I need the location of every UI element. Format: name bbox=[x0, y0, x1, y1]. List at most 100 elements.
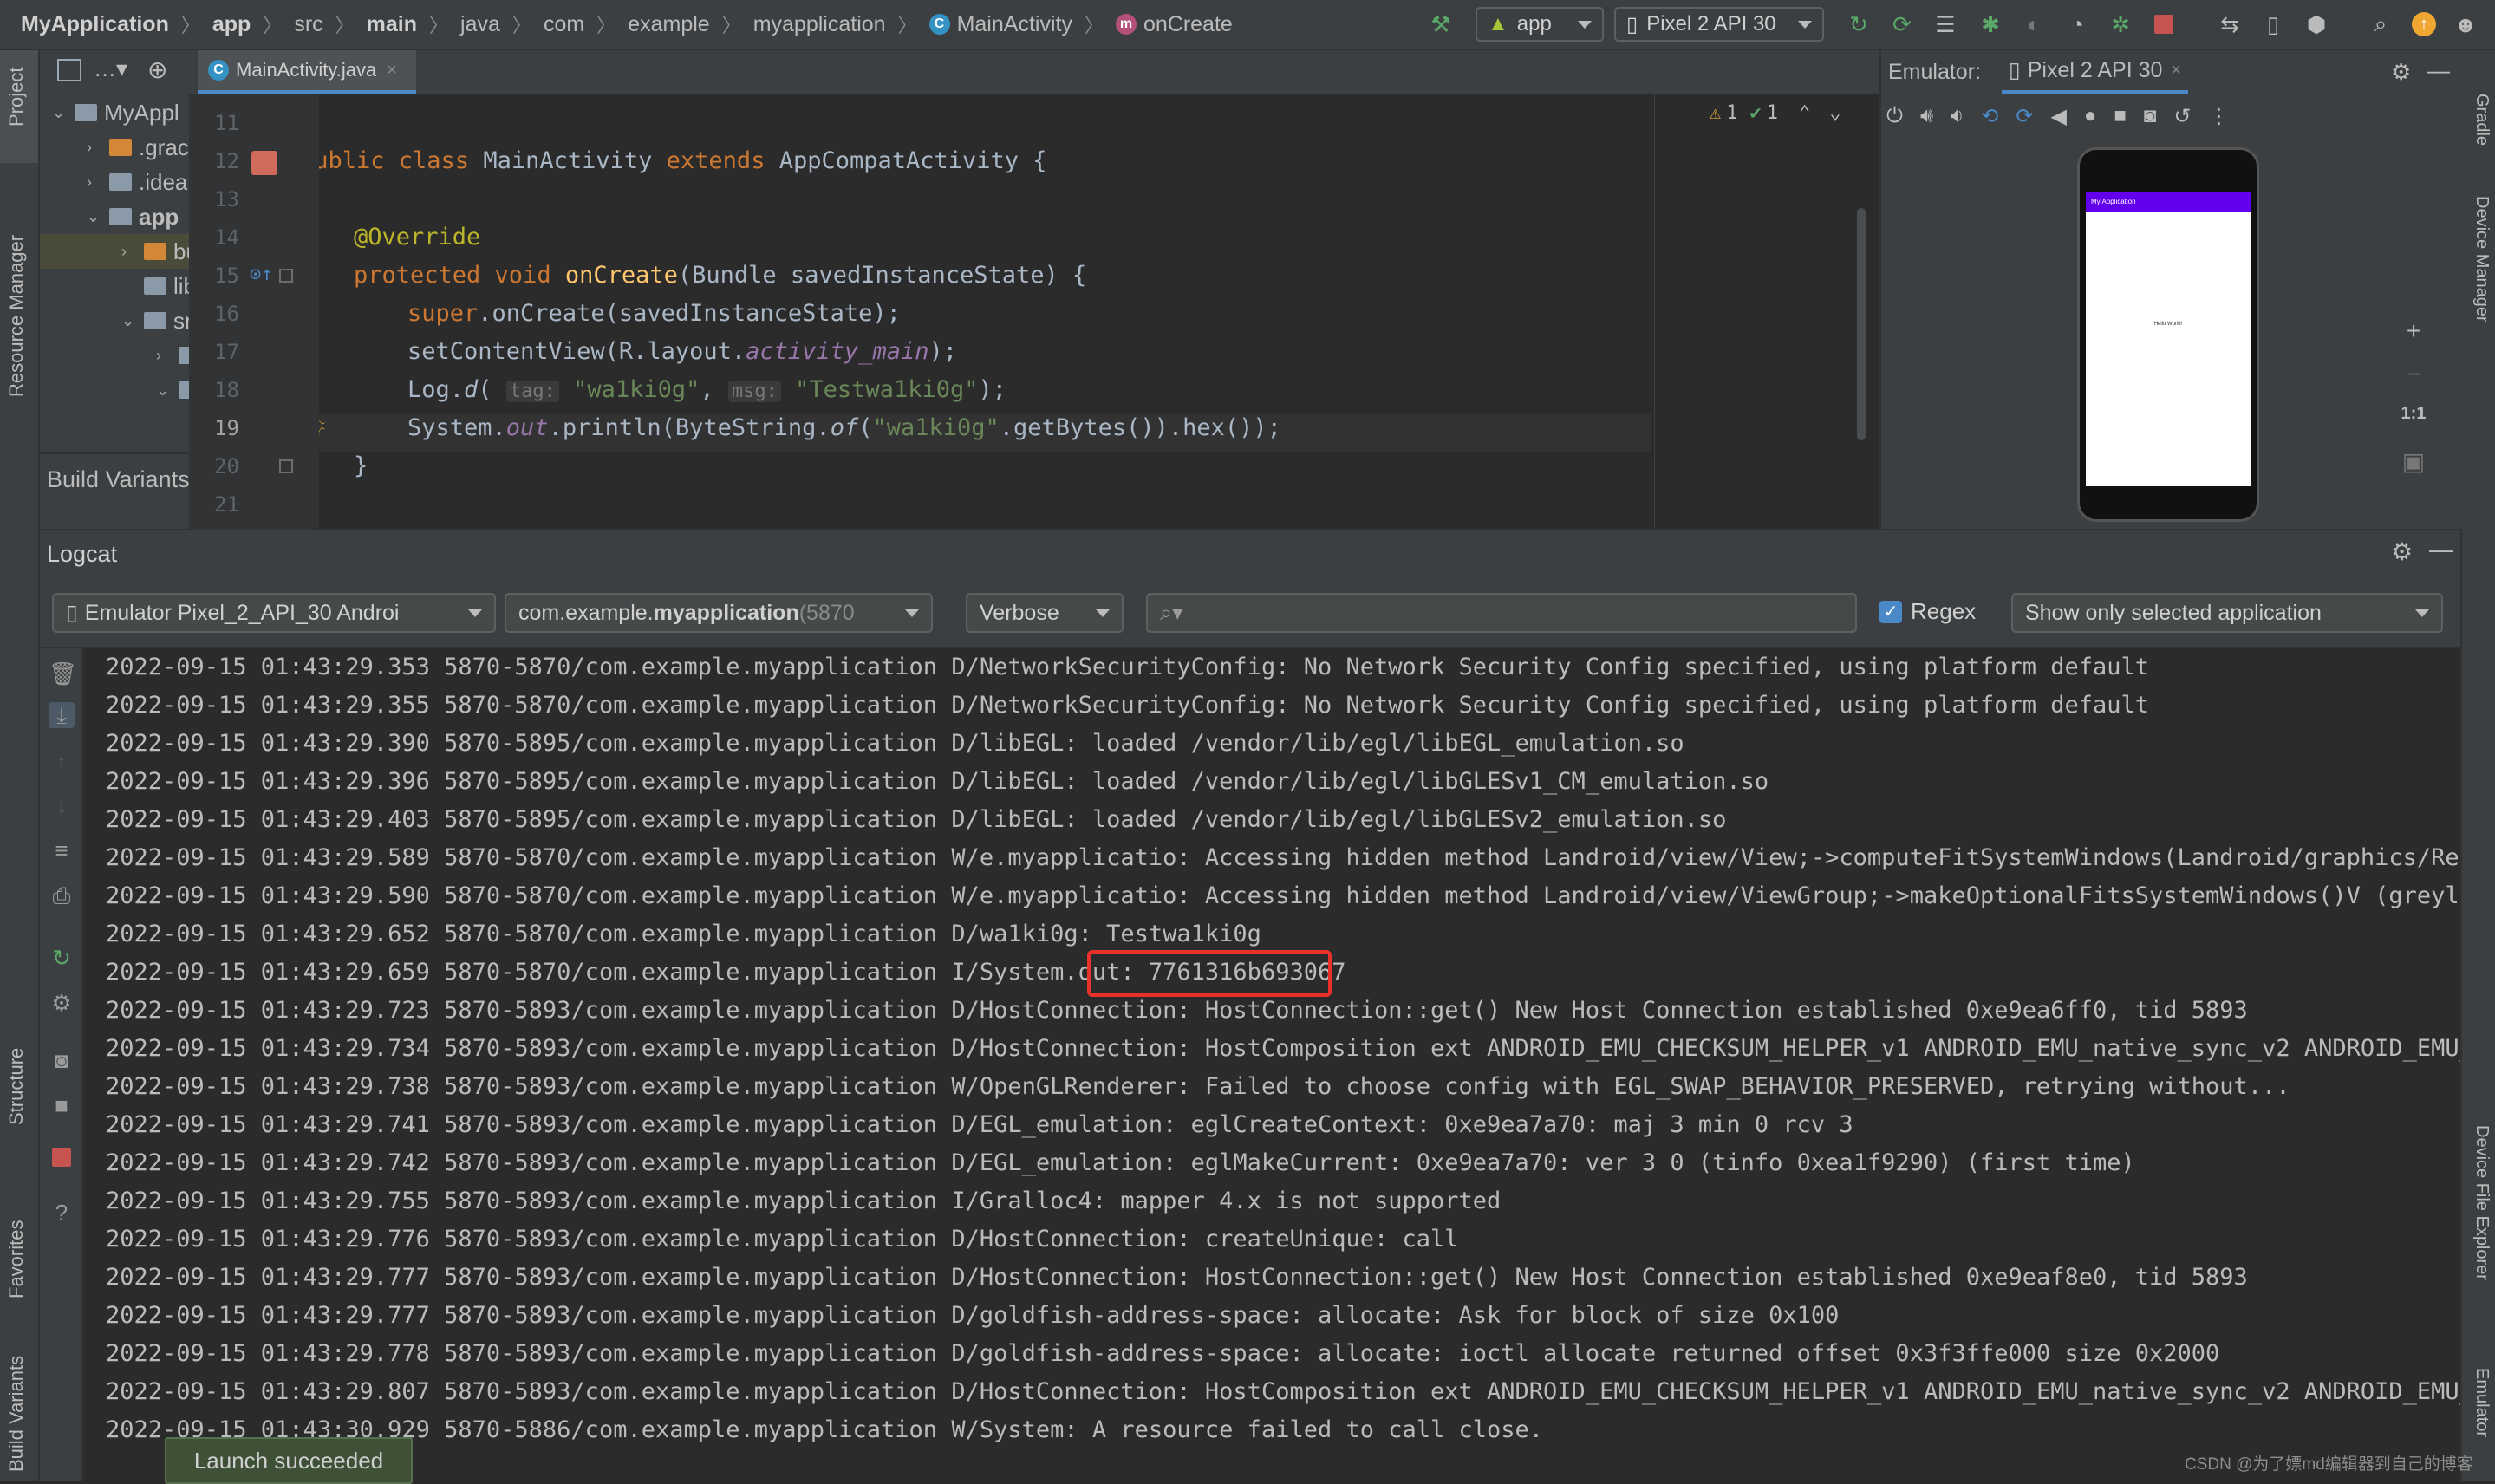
zoom-out-icon[interactable]: − bbox=[2393, 361, 2434, 404]
zoom-in-icon[interactable]: + bbox=[2393, 317, 2434, 361]
project-view-icon[interactable] bbox=[57, 59, 81, 81]
fold-icon[interactable] bbox=[279, 269, 293, 283]
print-icon[interactable]: ⎙ bbox=[49, 882, 75, 908]
stop-icon[interactable] bbox=[2150, 10, 2178, 38]
volume-up-icon[interactable]: 🔊︎ bbox=[1920, 104, 1933, 129]
snapshot-icon[interactable]: ↺ bbox=[2173, 104, 2191, 129]
chevron-right-icon[interactable]: › bbox=[87, 139, 109, 157]
chevron-down-icon[interactable]: ⌄ bbox=[52, 104, 75, 122]
home-icon[interactable]: ● bbox=[2084, 104, 2097, 129]
more-icon[interactable]: ⋮ bbox=[2209, 104, 2230, 129]
device-manager-icon[interactable]: ▯ bbox=[2259, 10, 2287, 38]
coverage-icon[interactable]: ◐ bbox=[2020, 10, 2048, 38]
layout-file-icon[interactable] bbox=[251, 151, 277, 175]
app-filter-select[interactable]: Show only selected application bbox=[2011, 593, 2443, 633]
breadcrumb-item[interactable]: main bbox=[367, 12, 417, 37]
chevron-down-icon[interactable]: ⌄ bbox=[121, 312, 144, 330]
rerun-icon[interactable]: ↻ bbox=[1845, 10, 1873, 38]
editor-scrollbar[interactable] bbox=[1857, 208, 1866, 440]
search-input[interactable] bbox=[1189, 599, 1835, 627]
build-variants-tool-label[interactable]: Build Variants bbox=[5, 1356, 28, 1472]
logcat-output[interactable]: 2022-09-15 01:43:29.353 5870-5870/com.ex… bbox=[106, 648, 2460, 1481]
tree-item[interactable]: › .idea bbox=[40, 165, 187, 199]
close-icon[interactable]: × bbox=[387, 61, 397, 81]
rotate-left-icon[interactable]: ⟲ bbox=[1981, 104, 1998, 129]
gradle-tool-label[interactable]: Gradle bbox=[2472, 94, 2492, 146]
structure-tool-label[interactable]: Structure bbox=[5, 1048, 28, 1125]
chevron-down-icon[interactable]: ⌄ bbox=[1829, 102, 1840, 124]
resource-manager-tool-label[interactable]: Resource Manager bbox=[5, 235, 28, 397]
chevron-down-icon[interactable]: …▾ bbox=[94, 55, 127, 82]
device-filter-select[interactable]: ▯ Emulator Pixel_2_API_30 Androi bbox=[52, 593, 496, 633]
override-icon[interactable]: ⊙↑ bbox=[250, 264, 273, 285]
code-editor[interactable]: public class MainActivity extends AppCom… bbox=[319, 94, 1879, 529]
favorites-tool-label[interactable]: Favorites bbox=[5, 1220, 28, 1298]
breadcrumb-item[interactable]: java bbox=[460, 12, 500, 37]
tree-item[interactable]: › .grac bbox=[40, 130, 189, 165]
restart-icon[interactable]: ↻ bbox=[49, 945, 75, 971]
update-icon[interactable]: ↑ bbox=[2410, 10, 2438, 38]
project-tool-label[interactable]: Project bbox=[5, 68, 28, 127]
stop-icon[interactable] bbox=[49, 1146, 75, 1172]
chevron-right-icon[interactable]: › bbox=[156, 347, 179, 365]
volume-down-icon[interactable]: 🔉︎ bbox=[1951, 104, 1964, 129]
emulator-tool-label[interactable]: Emulator bbox=[2472, 1368, 2492, 1437]
search-field[interactable]: ⌕▾ bbox=[1146, 593, 1857, 633]
build-hammer-icon[interactable]: ⚒ bbox=[1427, 10, 1455, 38]
sdk-manager-icon[interactable]: ⬢ bbox=[2303, 10, 2330, 38]
overview-icon[interactable]: ■ bbox=[2114, 104, 2127, 129]
device-select[interactable]: ▯ Pixel 2 API 30 bbox=[1614, 7, 1824, 42]
attach-debugger-icon[interactable]: ✲ bbox=[2107, 10, 2134, 38]
tree-item[interactable]: ⌄ bbox=[40, 373, 189, 407]
sync-gradle-icon[interactable]: ⇆ bbox=[2216, 10, 2244, 38]
arrow-down-icon[interactable]: ↓ bbox=[49, 792, 75, 818]
gear-icon[interactable]: ⚙ bbox=[2391, 537, 2413, 566]
chevron-right-icon[interactable]: › bbox=[87, 173, 109, 192]
search-icon[interactable]: ⌕ bbox=[2367, 10, 2394, 38]
clear-log-icon[interactable]: 🗑︎ bbox=[49, 661, 77, 687]
locate-icon[interactable]: ⊕ bbox=[147, 55, 167, 84]
fold-icon[interactable] bbox=[279, 459, 293, 473]
breadcrumb-item[interactable]: app bbox=[212, 12, 251, 37]
apply-changes-icon[interactable]: ⟳ bbox=[1888, 10, 1916, 38]
tree-item[interactable]: › bbox=[40, 338, 189, 373]
help-icon[interactable]: ? bbox=[49, 1200, 75, 1226]
breadcrumb-class[interactable]: C MainActivity bbox=[928, 12, 1072, 37]
tree-item[interactable]: › bu bbox=[40, 234, 189, 269]
tab-emulator-device[interactable]: ▯ Pixel 2 API 30 × bbox=[2001, 50, 2189, 94]
power-icon[interactable]: ⏻ bbox=[1886, 104, 1903, 129]
zoom-actual-size[interactable]: 1:1 bbox=[2393, 404, 2434, 447]
scroll-to-end-icon[interactable]: ⤓ bbox=[49, 702, 75, 728]
gear-icon[interactable]: ⚙ bbox=[2391, 59, 2411, 86]
video-icon[interactable]: ■ bbox=[49, 1092, 75, 1118]
tree-item[interactable]: ⌄ app bbox=[40, 199, 179, 234]
close-icon[interactable]: × bbox=[2171, 61, 2181, 81]
chevron-right-icon[interactable]: › bbox=[121, 243, 144, 261]
breadcrumb-method[interactable]: m onCreate bbox=[1115, 12, 1233, 37]
process-filter-select[interactable]: com.example. myapplication (5870 bbox=[505, 593, 933, 633]
camera-icon[interactable]: ◙ bbox=[49, 1047, 75, 1073]
fit-screen-icon[interactable]: ▣ bbox=[2393, 447, 2434, 491]
back-icon[interactable]: ◀ bbox=[2050, 104, 2066, 129]
camera-icon[interactable]: ◙ bbox=[2144, 104, 2157, 129]
device-manager-tool-label[interactable]: Device Manager bbox=[2472, 196, 2492, 322]
regex-checkbox[interactable]: ✓ Regex bbox=[1879, 598, 1976, 625]
tree-item[interactable]: ⌄ sr bbox=[40, 303, 189, 338]
log-level-select[interactable]: Verbose bbox=[966, 593, 1124, 633]
user-icon[interactable]: ☻ bbox=[2452, 10, 2479, 38]
gear-icon[interactable]: ⚙ bbox=[49, 990, 75, 1016]
apply-code-changes-icon[interactable]: ☰ bbox=[1932, 10, 1959, 38]
minimize-icon[interactable]: — bbox=[2427, 57, 2450, 84]
breadcrumb-item[interactable]: MyApplication bbox=[21, 12, 169, 37]
device-file-explorer-tool-label[interactable]: Device File Explorer bbox=[2472, 1125, 2492, 1280]
breadcrumb-item[interactable]: src bbox=[294, 12, 322, 37]
minimize-icon[interactable]: — bbox=[2429, 536, 2453, 563]
rotate-right-icon[interactable]: ⟳ bbox=[2016, 104, 2033, 129]
debug-icon[interactable]: ✱ bbox=[1977, 10, 2004, 38]
tree-item[interactable]: ⌄ bbox=[40, 407, 189, 442]
run-config-select[interactable]: ▲ app bbox=[1476, 7, 1604, 42]
chevron-up-icon[interactable]: ⌃ bbox=[1799, 102, 1810, 124]
tree-item[interactable]: ⌄ MyAppl bbox=[40, 95, 179, 130]
tab-mainactivity[interactable]: C MainActivity.java × bbox=[198, 50, 416, 94]
soft-wrap-icon[interactable]: ≡ bbox=[49, 837, 75, 863]
